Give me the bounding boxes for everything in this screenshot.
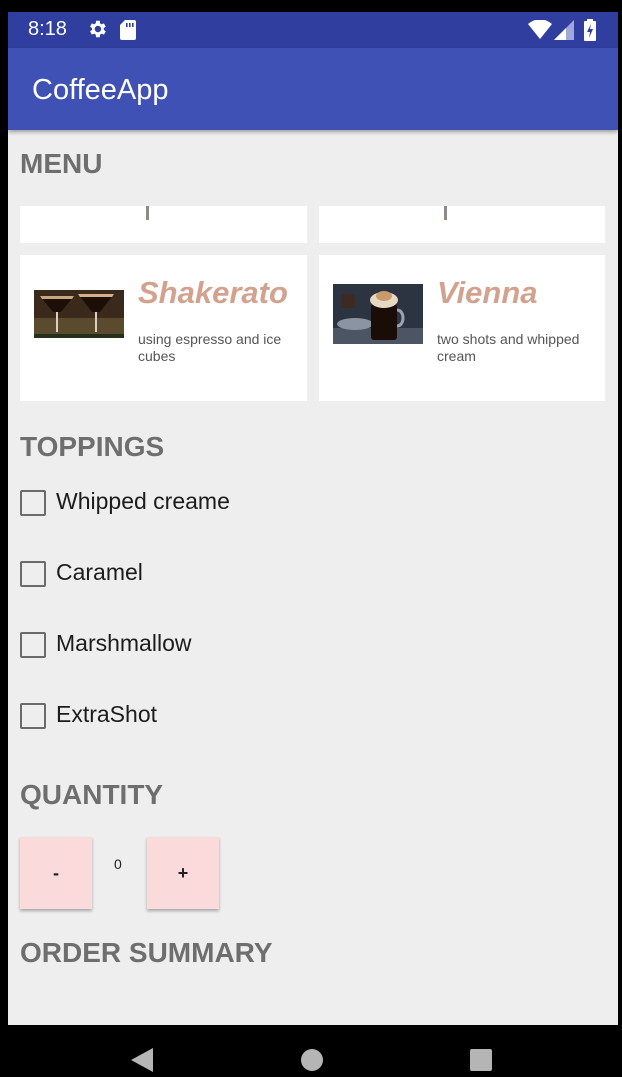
divider xyxy=(146,206,149,220)
checkbox[interactable] xyxy=(20,490,46,516)
status-time: 8:18 xyxy=(28,18,67,40)
topping-label[interactable]: Caramel xyxy=(56,559,143,586)
menu-card-shakerato[interactable]: Shakerato using espresso and ice cubes xyxy=(20,255,307,401)
menu-card-vienna[interactable]: Vienna two shots and whipped cream xyxy=(319,255,605,401)
increment-button[interactable]: + xyxy=(147,837,219,909)
vienna-image xyxy=(333,284,423,349)
menu-item-description: using espresso and ice cubes xyxy=(138,331,282,364)
home-icon[interactable] xyxy=(301,1049,323,1076)
divider xyxy=(444,206,447,220)
app-title: CoffeeApp xyxy=(32,74,169,106)
menu-item-title: Vienna xyxy=(437,275,538,310)
status-bar: 8:18 xyxy=(8,12,618,48)
menu-card-partial[interactable] xyxy=(20,206,307,243)
menu-item-title: Shakerato xyxy=(138,275,288,310)
navigation-bar xyxy=(0,1025,622,1076)
menu-card-partial[interactable] xyxy=(319,206,605,243)
checkbox[interactable] xyxy=(20,632,46,658)
back-icon[interactable] xyxy=(131,1048,153,1077)
topping-whipped-creame[interactable]: Whipped creame xyxy=(18,482,418,522)
app-bar: CoffeeApp xyxy=(8,48,618,130)
gear-icon xyxy=(86,18,108,45)
app-screen: 8:18 CoffeeApp MENU Shakerato using espr… xyxy=(8,12,618,1025)
topping-label[interactable]: Whipped creame xyxy=(56,488,230,515)
topping-label[interactable]: ExtraShot xyxy=(56,701,157,728)
menu-item-description: two shots and whipped cream xyxy=(437,331,580,364)
recents-icon[interactable] xyxy=(470,1049,492,1076)
sd-card-icon xyxy=(120,20,136,45)
order-summary-title: ORDER SUMMARY xyxy=(20,937,273,968)
checkbox[interactable] xyxy=(20,561,46,587)
quantity-value: 0 xyxy=(114,856,122,872)
shakerato-image xyxy=(34,290,124,343)
menu-title: MENU xyxy=(20,148,103,179)
wifi-icon xyxy=(528,19,552,45)
decrement-button[interactable]: - xyxy=(20,837,92,909)
toppings-title: TOPPINGS xyxy=(20,431,165,462)
checkbox[interactable] xyxy=(20,703,46,729)
topping-extrashot[interactable]: ExtraShot xyxy=(18,695,418,735)
topping-marshmallow[interactable]: Marshmallow xyxy=(18,624,418,664)
topping-caramel[interactable]: Caramel xyxy=(18,553,418,593)
topping-label[interactable]: Marshmallow xyxy=(56,630,191,657)
battery-icon xyxy=(584,19,596,46)
signal-icon xyxy=(554,20,574,45)
quantity-title: QUANTITY xyxy=(20,779,164,810)
